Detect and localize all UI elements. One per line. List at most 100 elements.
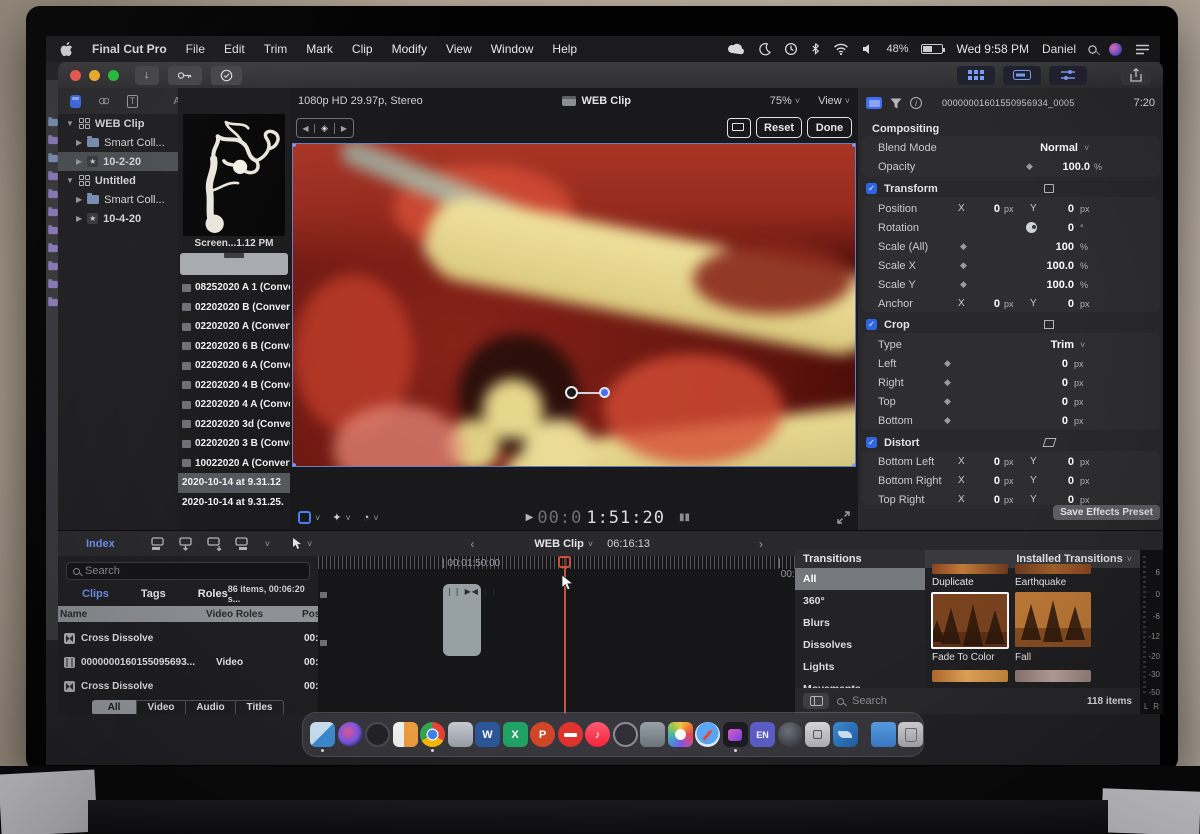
insert-edit-icon[interactable] xyxy=(179,536,195,551)
transform-handle[interactable] xyxy=(852,463,855,466)
category-blurs[interactable]: Blurs xyxy=(795,612,925,634)
crop-type-popup[interactable]: Trim xyxy=(1018,339,1074,351)
sidebar-item-10-2-20-selected[interactable]: ▶ ★ 10-2-20 xyxy=(58,152,178,171)
previous-keyframe-button[interactable]: ◀ xyxy=(297,123,315,133)
tab-roles[interactable]: Roles xyxy=(198,588,228,600)
transform-handle[interactable] xyxy=(293,463,296,466)
crop-bottom-value[interactable]: 0 xyxy=(1030,415,1068,427)
siri-icon[interactable] xyxy=(337,722,363,747)
earthquake-thumb-partial[interactable] xyxy=(1015,564,1091,574)
column-name[interactable]: Name xyxy=(60,609,87,620)
endnote-icon[interactable]: EN xyxy=(750,722,775,747)
menu-mark[interactable]: Mark xyxy=(306,42,333,56)
keywords-button[interactable] xyxy=(167,65,202,85)
trash-icon[interactable] xyxy=(898,722,923,747)
libraries-tab-icon[interactable] xyxy=(70,94,81,108)
transform-tool-button[interactable] xyxy=(298,511,311,524)
keyframe-icon[interactable]: ◆ xyxy=(960,279,967,290)
keyframe-icon[interactable]: ◆ xyxy=(944,358,951,369)
transform-onscreen-control-icon[interactable] xyxy=(1044,184,1054,193)
cloud-icon[interactable] xyxy=(727,43,745,55)
photos-audio-tab-icon[interactable] xyxy=(98,94,110,108)
disclosure-closed-icon[interactable]: ▶ xyxy=(76,157,82,166)
list-item[interactable]: 08252020 A 1 (Conve xyxy=(178,278,290,298)
angiogram-thumbnail[interactable] xyxy=(183,114,285,236)
video-inspector-tab-icon[interactable] xyxy=(866,97,882,109)
crop-right-value[interactable]: 0 xyxy=(1030,377,1068,389)
keyframe-icon[interactable]: ◆ xyxy=(944,415,951,426)
screenshot-app-icon[interactable] xyxy=(805,722,830,747)
transform-checkbox[interactable]: ✓ xyxy=(866,183,877,194)
minimize-button[interactable] xyxy=(89,69,100,81)
menu-modify[interactable]: Modify xyxy=(392,42,427,56)
fast-user-switch[interactable]: Daniel xyxy=(1042,42,1076,56)
safari-icon[interactable] xyxy=(695,722,720,747)
pip-view-button[interactable] xyxy=(727,118,751,138)
position-handle[interactable] xyxy=(599,387,610,398)
connect-edit-icon[interactable] xyxy=(151,536,167,551)
utility-bag-icon[interactable] xyxy=(640,722,665,747)
disclosure-open-icon[interactable]: ▼ xyxy=(66,119,74,128)
menu-window[interactable]: Window xyxy=(491,42,534,56)
quicktime-icon[interactable] xyxy=(612,722,638,747)
fullscreen-icon[interactable] xyxy=(837,511,850,524)
show-inspector-button[interactable] xyxy=(1049,65,1087,85)
viewer-zoom-popup[interactable]: 75% ˅ xyxy=(770,95,800,107)
crop-left-value[interactable]: 0 xyxy=(1030,358,1068,370)
append-edit-icon[interactable] xyxy=(207,536,223,551)
select-tool-popup[interactable]: ˅ xyxy=(292,537,312,550)
finder-icon[interactable] xyxy=(310,722,335,752)
keyframe-icon[interactable]: ◆ xyxy=(1026,161,1033,172)
color-inspector-funnel-icon[interactable] xyxy=(890,98,902,109)
category-lights[interactable]: Lights xyxy=(795,656,925,678)
apple-menu-icon[interactable] xyxy=(60,41,73,57)
opacity-value[interactable]: 100.0 xyxy=(1048,161,1090,173)
list-item[interactable]: 2020-10-14 at 9.31.25. xyxy=(178,493,290,513)
list-item[interactable]: 02202020 B (Convert xyxy=(178,298,290,318)
category-all[interactable]: All xyxy=(795,568,925,590)
category-dissolves[interactable]: Dissolves xyxy=(795,634,925,656)
distort-checkbox[interactable]: ✓ xyxy=(866,437,877,448)
time-machine-icon[interactable] xyxy=(784,42,798,56)
show-timeline-button[interactable] xyxy=(1003,65,1041,85)
close-button[interactable] xyxy=(70,69,81,81)
add-keyframe-button[interactable]: ◈ xyxy=(315,122,335,134)
sphere-app-icon[interactable] xyxy=(777,722,803,747)
list-item[interactable]: 02202020 3 B (Conve xyxy=(178,434,290,454)
wifi-icon[interactable] xyxy=(833,43,849,55)
transition-thumb-partial[interactable] xyxy=(1015,670,1091,682)
transition-thumb-partial[interactable] xyxy=(932,670,1008,682)
column-position[interactable]: Position xyxy=(302,609,318,620)
br-x-value[interactable]: 0 xyxy=(962,475,1000,487)
disclosure-closed-icon[interactable]: ▶ xyxy=(76,195,82,204)
disclosure-closed-icon[interactable]: ▶ xyxy=(76,214,82,223)
next-keyframe-button[interactable]: ▶ xyxy=(335,124,353,133)
viewer-project-name[interactable]: WEB Clip xyxy=(582,95,632,107)
wave-app-icon[interactable] xyxy=(832,722,858,747)
overwrite-edit-icon[interactable] xyxy=(235,536,253,551)
menu-help[interactable]: Help xyxy=(552,42,577,56)
audio-meters[interactable]: 6 0 -6 -12 -20 -30 -50 L R xyxy=(1140,550,1163,714)
info-inspector-icon[interactable]: i xyxy=(910,97,922,109)
timeline-project-popup[interactable]: WEB Clip ˅ xyxy=(534,538,593,550)
previous-timeline-button[interactable]: ‹ xyxy=(470,537,474,551)
photos-icon[interactable] xyxy=(667,722,693,747)
spotlight-icon[interactable] xyxy=(1088,44,1097,54)
index-search-field[interactable] xyxy=(66,562,310,580)
bluetooth-icon[interactable] xyxy=(811,42,820,56)
column-video-roles[interactable]: Video Roles xyxy=(206,609,263,620)
keyframe-icon[interactable]: ◆ xyxy=(944,377,951,388)
tab-clips[interactable]: Clips xyxy=(82,588,109,600)
share-button[interactable] xyxy=(1121,65,1151,85)
cross-dissolve-transition[interactable]: ❘❘ ▶◀ ❘❘ xyxy=(443,584,497,656)
transition-fade-to-color-selected[interactable] xyxy=(931,592,1009,649)
sidebar-item-smart-collection[interactable]: ▶ Smart Coll... xyxy=(58,133,178,152)
anchor-point-control[interactable] xyxy=(565,386,578,399)
keyframe-icon[interactable]: ◆ xyxy=(944,396,951,407)
background-tasks-button[interactable] xyxy=(210,65,242,85)
siri-icon[interactable] xyxy=(1109,42,1122,56)
anchor-x-value[interactable]: 0 xyxy=(962,298,1000,310)
chevron-down-icon[interactable]: ˅ xyxy=(373,513,378,523)
sidebar-item-web-clip[interactable]: ▼ WEB Clip xyxy=(58,114,178,133)
disclosure-closed-icon[interactable]: ▶ xyxy=(76,138,82,147)
